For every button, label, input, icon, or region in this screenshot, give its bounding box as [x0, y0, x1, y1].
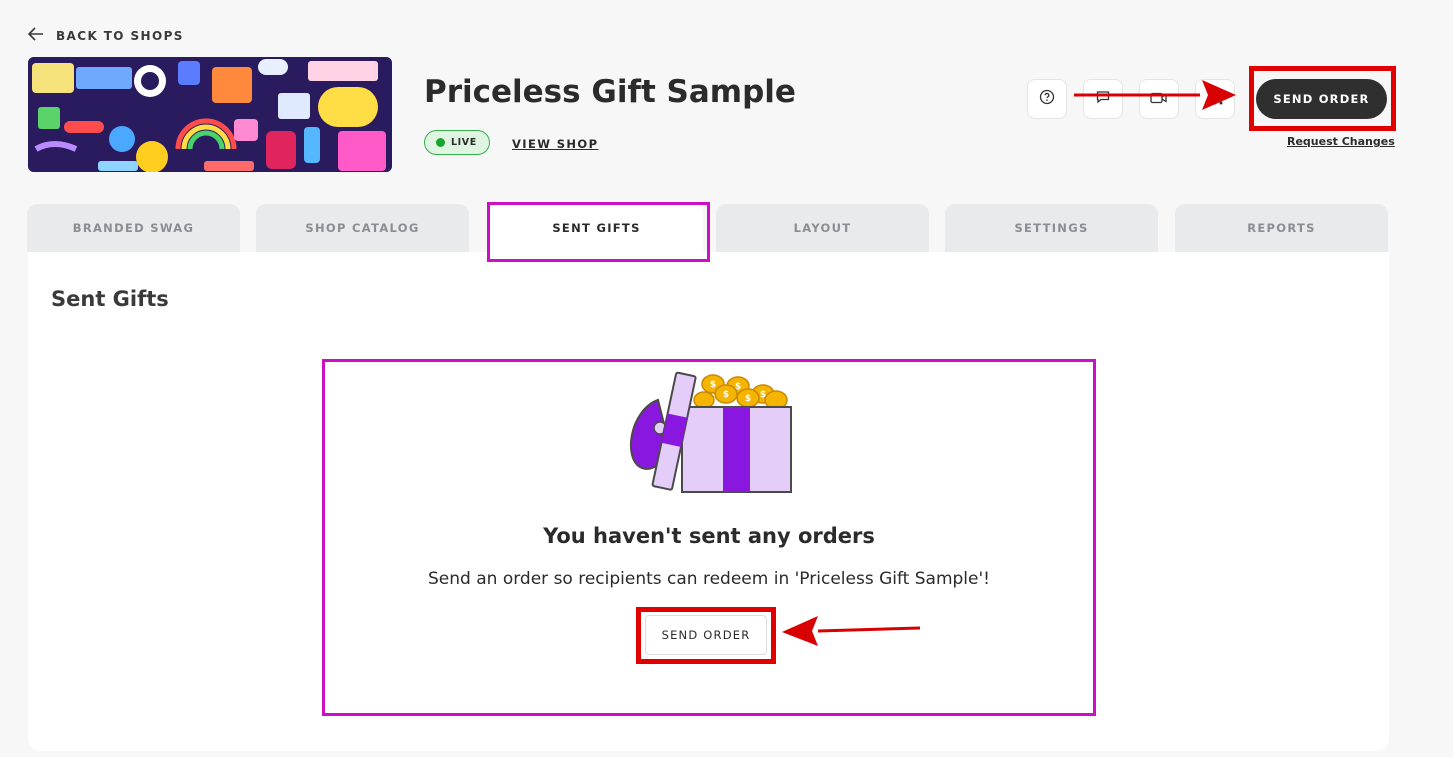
highlight-send-order-button — [1249, 66, 1396, 131]
panel-title: Sent Gifts — [51, 287, 169, 311]
live-status-label: LIVE — [451, 137, 477, 148]
shop-banner-image — [28, 57, 392, 172]
tab-shop-catalog[interactable]: SHOP CATALOG — [256, 204, 469, 252]
tab-reports[interactable]: REPORTS — [1175, 204, 1388, 252]
tab-branded-swag[interactable]: BRANDED SWAG — [27, 204, 240, 252]
video-button[interactable] — [1139, 79, 1179, 119]
request-changes-link[interactable]: Request Changes — [1287, 135, 1395, 148]
live-status-dot — [436, 138, 445, 147]
chat-icon — [1095, 89, 1111, 109]
live-status-badge: LIVE — [424, 130, 490, 155]
more-icon — [1207, 90, 1223, 109]
tab-settings[interactable]: SETTINGS — [945, 204, 1158, 252]
tab-layout[interactable]: LAYOUT — [716, 204, 929, 252]
highlight-empty-send-order-button — [636, 607, 776, 664]
help-circle-icon — [1039, 89, 1055, 109]
view-shop-link[interactable]: VIEW SHOP — [512, 137, 598, 151]
back-to-shops-label: BACK TO SHOPS — [56, 28, 184, 43]
chat-button[interactable] — [1083, 79, 1123, 119]
video-icon — [1150, 90, 1168, 109]
back-to-shops-link[interactable]: BACK TO SHOPS — [27, 26, 184, 45]
help-button[interactable] — [1027, 79, 1067, 119]
shop-title: Priceless Gift Sample — [424, 74, 796, 110]
highlight-sent-gifts-tab — [487, 202, 710, 262]
arrow-left-icon — [27, 26, 44, 45]
more-button[interactable] — [1195, 79, 1235, 119]
